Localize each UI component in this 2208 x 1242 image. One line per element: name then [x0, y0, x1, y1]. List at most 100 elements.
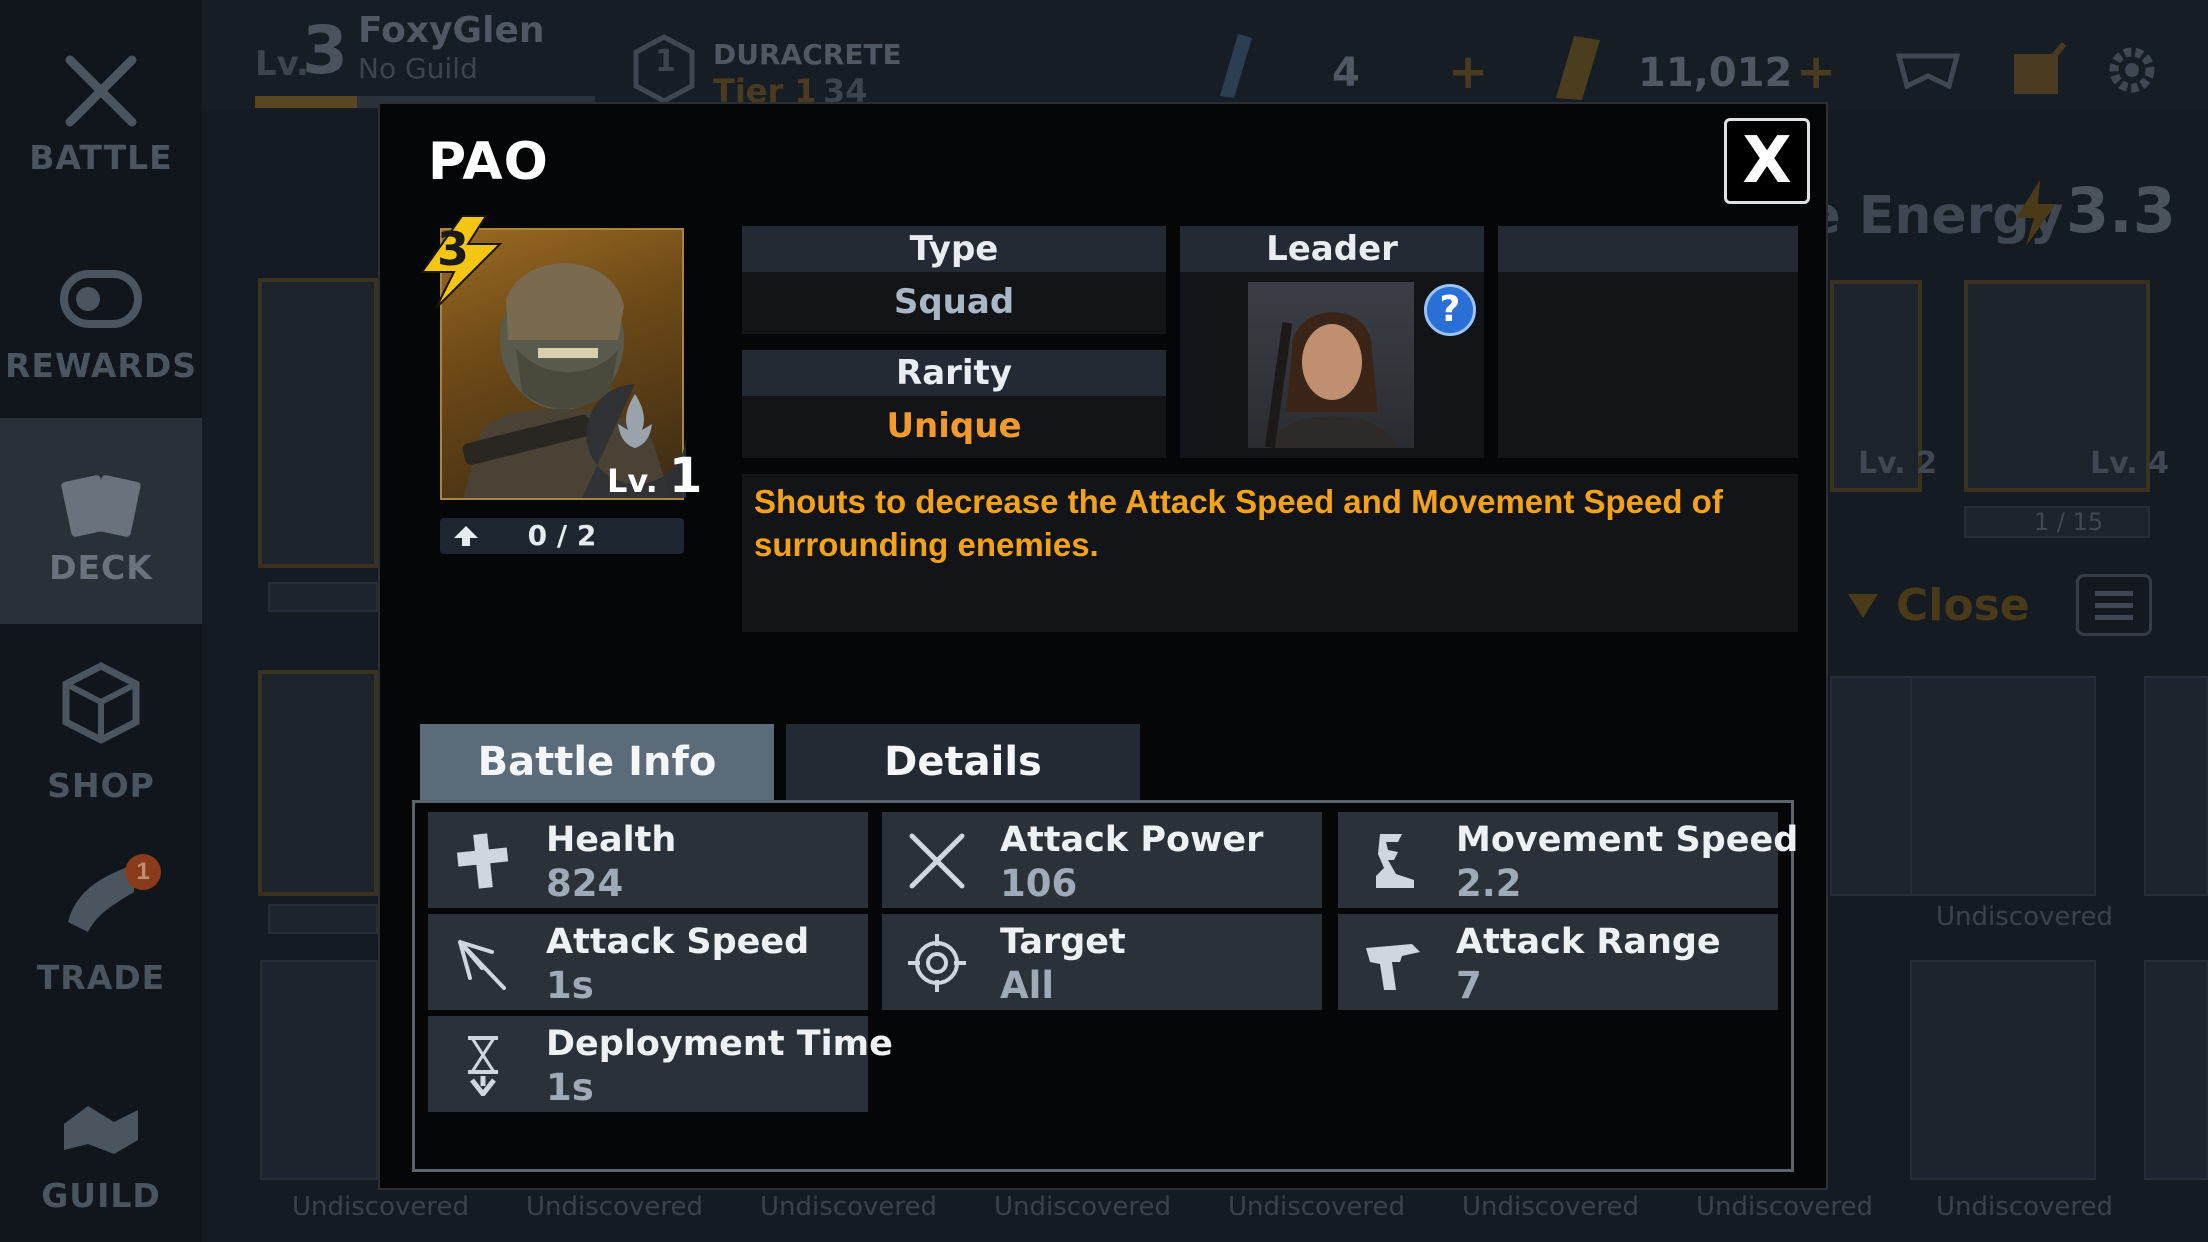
deck-card-level: Lv. 4 — [2090, 446, 2169, 481]
collection-card[interactable] — [2144, 960, 2208, 1180]
undiscovered-label: Undiscovered — [526, 1192, 703, 1222]
credits-icon — [1556, 36, 1600, 100]
credits-count: 11,012 — [1638, 50, 1793, 96]
sidebar-item-label: REWARDS — [5, 346, 197, 385]
league-rank-number: 1 — [655, 44, 676, 79]
stat-deployment-time: Deployment Time 1s — [428, 1016, 893, 1112]
stat-value: All — [1000, 964, 1055, 1007]
crystal-icon — [1220, 34, 1252, 98]
battle-icon — [65, 55, 137, 127]
collection-card[interactable] — [2144, 676, 2208, 896]
target-icon — [908, 934, 966, 992]
rewards-icon — [60, 270, 142, 328]
sidebar-item-label: SHOP — [47, 766, 155, 805]
deck-card-progress-text: 1 / 15 — [2034, 508, 2104, 536]
deck-card-level: Lv. 2 — [1858, 446, 1937, 481]
tab-battle-info[interactable]: Battle Info — [420, 724, 774, 800]
stat-attack-power: Attack Power 106 — [882, 812, 1322, 908]
stat-label: Attack Range — [1456, 922, 1721, 962]
mask-icon[interactable] — [1895, 46, 1961, 96]
sidebar-item-label: BATTLE — [29, 138, 173, 177]
player-level-prefix: Lv. — [255, 44, 309, 84]
deck-card[interactable] — [258, 278, 378, 568]
undiscovered-label: Undiscovered — [994, 1192, 1171, 1222]
health-icon — [456, 833, 509, 889]
leader-portrait[interactable] — [1248, 282, 1414, 448]
tab-details[interactable]: Details — [786, 724, 1140, 800]
stat-label: Attack Speed — [546, 922, 810, 962]
undiscovered-label: Undiscovered — [1936, 1192, 2113, 1222]
energy-cost: 3 — [436, 222, 469, 276]
collection-card[interactable] — [260, 960, 378, 1180]
description-box: Shouts to decrease the Attack Speed and … — [742, 474, 1798, 632]
missions-icon[interactable] — [2008, 40, 2068, 100]
sidebar-item-guild[interactable]: GUILD — [0, 1042, 202, 1242]
stat-value: 824 — [546, 862, 624, 905]
collection-card[interactable] — [1910, 676, 2096, 896]
stat-value: 1s — [546, 1066, 594, 1109]
sidebar-item-rewards[interactable]: REWARDS — [0, 220, 202, 420]
description-text: Shouts to decrease the Attack Speed and … — [754, 483, 1723, 563]
sort-chevron-icon — [1848, 594, 1878, 618]
undiscovered-label: Undiscovered — [1462, 1192, 1639, 1222]
collection-card[interactable] — [1910, 960, 2096, 1180]
movement-speed-icon — [1376, 834, 1414, 888]
sidebar-item-shop[interactable]: SHOP — [0, 648, 202, 848]
sidebar: BATTLE REWARDS DECK SHOP TRADE 1 GUILD — [0, 0, 202, 1242]
stat-value: 1s — [546, 964, 594, 1007]
close-button[interactable]: X — [1724, 118, 1810, 204]
crystal-count: 4 — [1332, 50, 1360, 96]
empty-header — [1498, 226, 1798, 272]
deck-card[interactable] — [258, 670, 378, 896]
stat-health: Health 824 — [428, 812, 868, 908]
attack-speed-icon — [458, 940, 506, 990]
add-credits-button[interactable]: + — [1796, 44, 1836, 100]
player-guild: No Guild — [358, 52, 478, 85]
stat-attack-speed: Attack Speed 1s — [428, 914, 868, 1010]
collection-card[interactable] — [1830, 676, 1922, 896]
attack-range-icon — [1366, 944, 1420, 990]
stat-attack-range: Attack Range 7 — [1338, 914, 1778, 1010]
gear-icon[interactable] — [2104, 42, 2160, 98]
attack-power-icon — [909, 833, 965, 889]
stat-movement-speed: Movement Speed 2.2 — [1338, 812, 1798, 908]
rarity-header: Rarity — [742, 350, 1166, 396]
deck-icon — [61, 475, 141, 537]
menu-button[interactable] — [2076, 574, 2152, 636]
sidebar-item-label: GUILD — [41, 1176, 161, 1215]
rarity-value: Unique — [742, 396, 1166, 458]
sidebar-item-label: TRADE — [36, 958, 166, 997]
stat-target: Target All — [882, 914, 1322, 1010]
hamburger-icon — [2095, 591, 2133, 620]
stat-label: Attack Power — [1000, 820, 1264, 860]
stat-label: Health — [546, 820, 677, 860]
stat-label: Deployment Time — [546, 1024, 893, 1064]
undiscovered-label: Undiscovered — [292, 1192, 469, 1222]
deck-card-progress — [268, 904, 378, 934]
guild-icon — [64, 1106, 138, 1154]
empty-panel — [1498, 272, 1798, 458]
undiscovered-label: Undiscovered — [1936, 902, 2113, 932]
leader-character-image — [1264, 312, 1398, 448]
sidebar-item-battle[interactable]: BATTLE — [0, 20, 202, 220]
undiscovered-label: Undiscovered — [1228, 1192, 1405, 1222]
sidebar-item-label: DECK — [49, 548, 153, 587]
card-level-number: 1 — [668, 448, 703, 504]
deck-card-progress — [268, 582, 378, 612]
sidebar-item-trade[interactable]: TRADE — [0, 838, 202, 1038]
shop-icon — [62, 662, 140, 744]
deployment-time-icon — [468, 1036, 498, 1096]
stat-value: 106 — [1000, 862, 1078, 905]
player-name: FoxyGlen — [358, 10, 545, 51]
sort-dropdown[interactable]: Close — [1896, 580, 2030, 631]
card-shards-progress: 0 / 2 — [440, 518, 684, 554]
stat-value: 7 — [1456, 964, 1482, 1007]
leader-header: Leader — [1180, 226, 1484, 272]
type-value: Squad — [742, 272, 1166, 334]
sidebar-item-deck[interactable]: DECK — [0, 418, 202, 624]
trade-notification-badge: 1 — [125, 854, 161, 890]
player-level: 3 — [302, 12, 348, 89]
add-crystals-button[interactable]: + — [1448, 44, 1488, 100]
card-level-prefix: Lv. — [607, 462, 658, 500]
leader-help-button[interactable]: ? — [1424, 284, 1476, 336]
